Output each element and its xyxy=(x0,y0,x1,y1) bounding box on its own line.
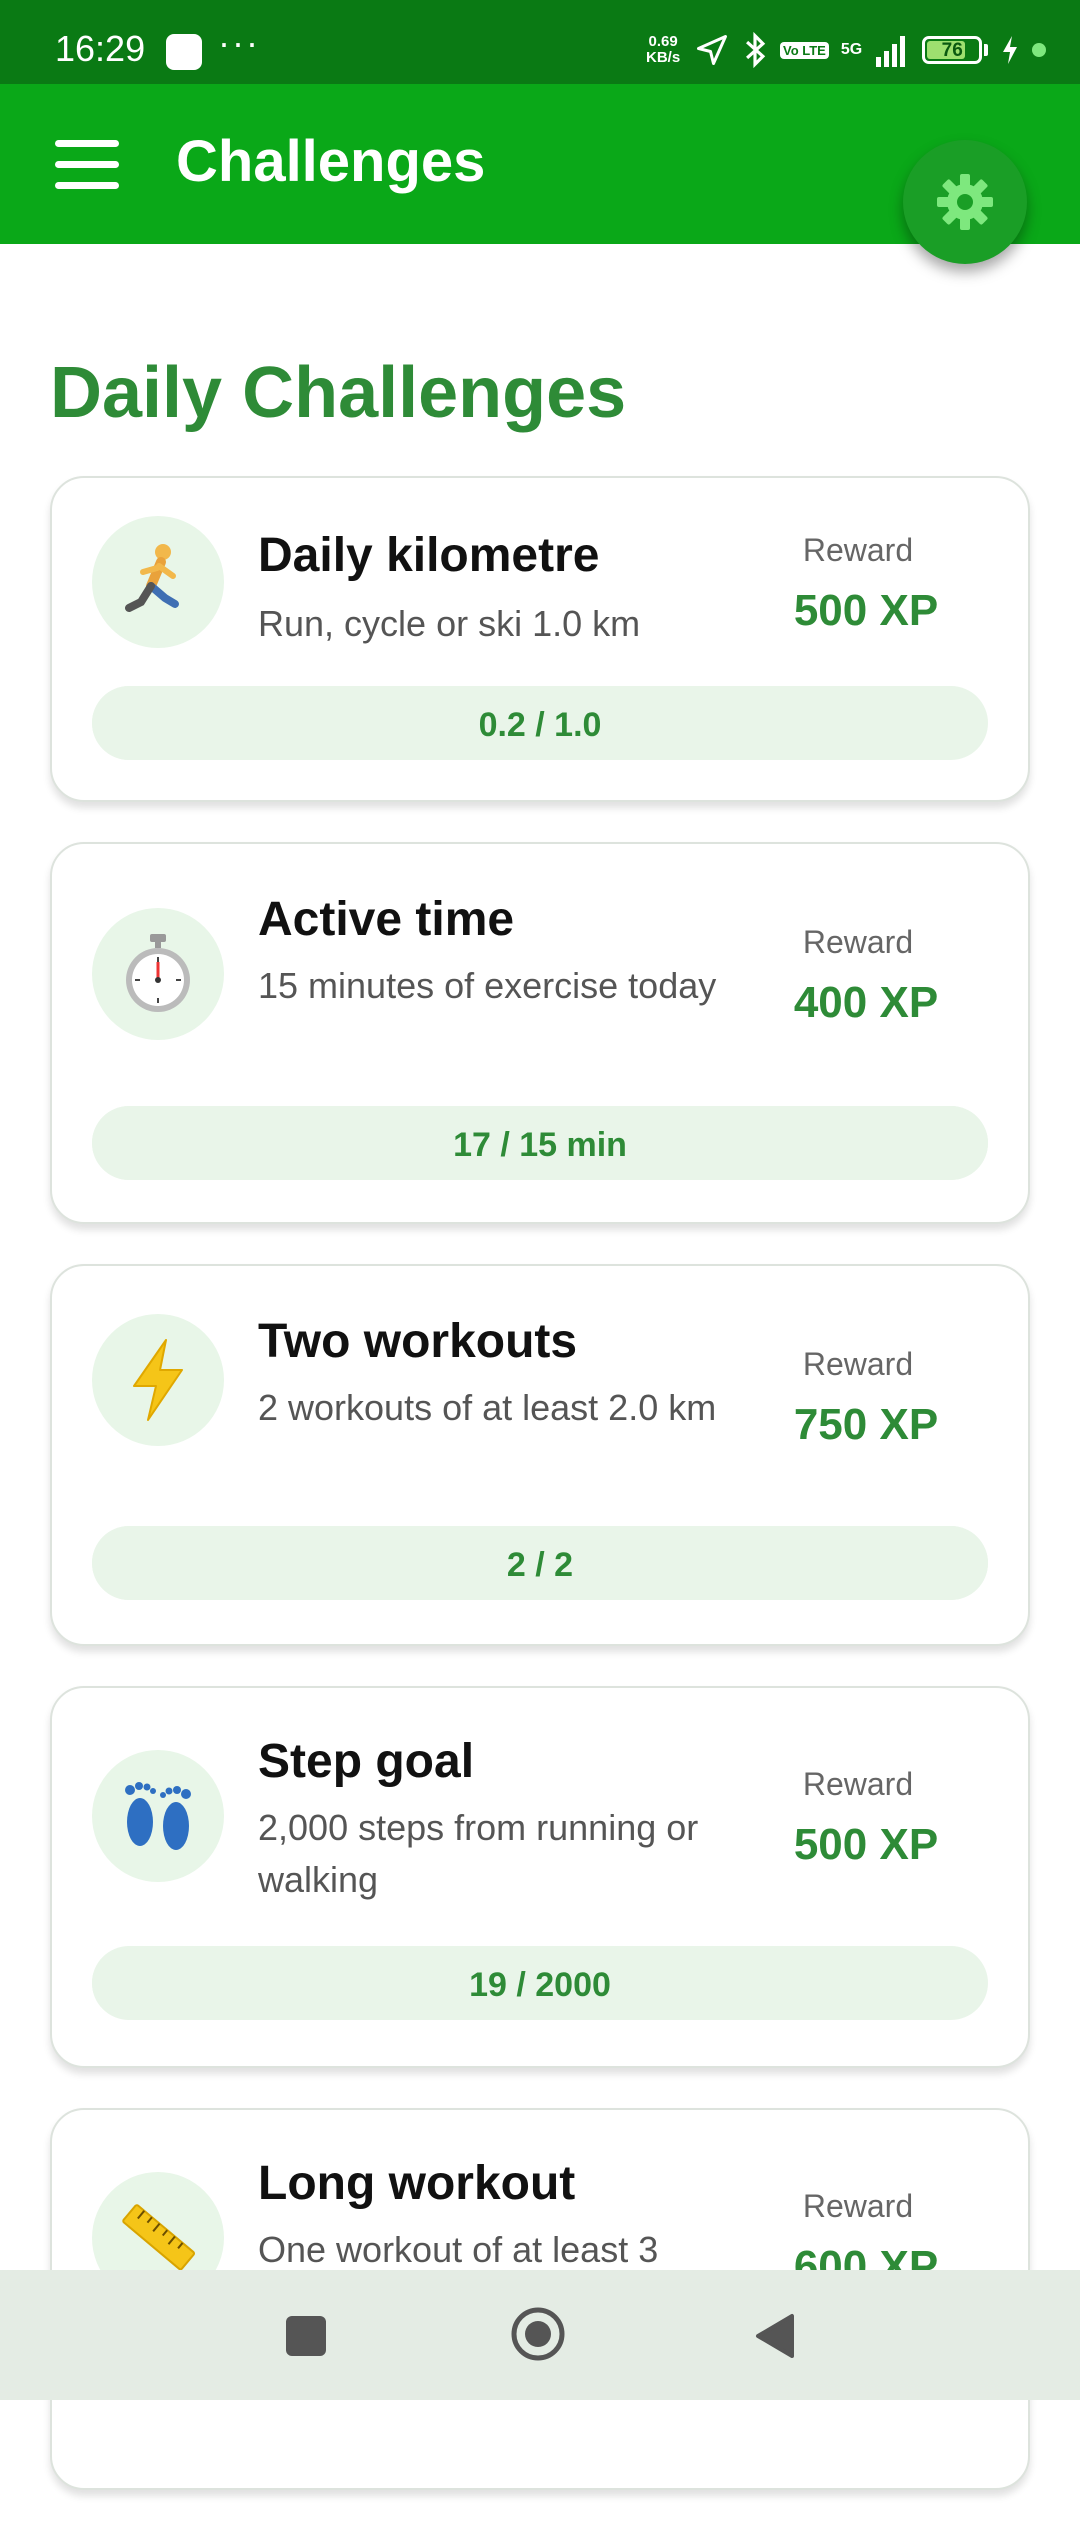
stopwatch-icon xyxy=(126,934,190,1012)
reward-value: 750 XP xyxy=(793,1400,939,1449)
reward-value: 400 XP xyxy=(793,978,939,1027)
progress-text: 2 / 2 xyxy=(506,1546,574,1584)
reward-label: Reward xyxy=(802,2188,914,2224)
bluetooth-icon xyxy=(746,31,766,69)
reward-value: 500 XP xyxy=(793,586,939,635)
challenge-title: Daily kilometre xyxy=(258,529,600,582)
challenge-icon-bg xyxy=(92,1314,224,1446)
hamburger-menu-icon[interactable] xyxy=(55,140,119,190)
progress-bar: 2 / 2 xyxy=(92,1526,988,1600)
network-speed: 0.69 KB/s xyxy=(646,34,680,66)
runner-icon xyxy=(125,544,179,612)
challenge-list: Daily kilometre Run, cycle or ski 1.0 km… xyxy=(50,476,1030,2530)
challenge-title: Active time xyxy=(258,893,515,946)
challenge-description: 15 minutes of exercise today xyxy=(258,965,717,1006)
location-arrow-icon xyxy=(697,35,727,65)
progress-text: 0.2 / 1.0 xyxy=(478,706,602,744)
challenge-icon-bg xyxy=(92,516,224,648)
challenge-title: Step goal xyxy=(258,1735,475,1788)
volte-icon: Vo LTE xyxy=(780,41,829,59)
menu-line-icon xyxy=(55,161,119,168)
ruler-icon xyxy=(122,2204,196,2271)
more-notifications-icon: ··· xyxy=(218,22,260,63)
system-nav-bar xyxy=(0,2270,1080,2400)
menu-line-icon xyxy=(55,140,119,147)
challenge-icon-bg xyxy=(92,908,224,1040)
progress-bar: 19 / 2000 xyxy=(92,1946,988,2020)
challenge-description: 2,000 steps from running or walking xyxy=(258,1807,699,1900)
reward-label: Reward xyxy=(802,1766,914,1802)
challenge-title: Two workouts xyxy=(258,1315,578,1368)
app-notification-icon xyxy=(166,34,202,70)
gear-icon xyxy=(937,174,993,230)
battery-tip xyxy=(984,44,989,56)
network-speed-value: 0.69 xyxy=(648,33,678,50)
recents-square-icon[interactable] xyxy=(286,2316,326,2356)
challenge-icon-bg xyxy=(92,1750,224,1882)
menu-line-icon xyxy=(55,182,119,189)
challenge-card[interactable]: Step goal 2,000 steps from running or wa… xyxy=(50,1686,1030,2068)
battery-icon: 76 xyxy=(922,36,983,64)
challenge-description: 2 workouts of at least 2.0 km xyxy=(258,1387,717,1428)
charging-bolt-icon xyxy=(1003,36,1018,64)
home-circle-icon[interactable] xyxy=(510,2306,566,2362)
progress-bar: 0.2 / 1.0 xyxy=(92,686,988,760)
challenge-card[interactable]: Daily kilometre Run, cycle or ski 1.0 km… xyxy=(50,476,1030,802)
reward-label: Reward xyxy=(802,1346,914,1382)
footprints-icon xyxy=(125,1782,191,1850)
progress-bar: 17 / 15 min xyxy=(92,1106,988,1180)
challenge-card[interactable]: Two workouts 2 workouts of at least 2.0 … xyxy=(50,1264,1030,1646)
battery-percent: 76 xyxy=(941,40,963,61)
status-icons: Vo LTE 5G 76 xyxy=(694,30,1047,70)
reward-label: Reward xyxy=(802,532,914,568)
challenge-description: One workout of at least 3 xyxy=(258,2229,659,2270)
reward-value: 500 XP xyxy=(793,1820,939,1869)
challenge-title: Long workout xyxy=(258,2157,576,2210)
section-title: Daily Challenges xyxy=(50,353,627,433)
page-title: Challenges xyxy=(176,129,486,194)
settings-button[interactable] xyxy=(903,140,1027,264)
back-triangle-icon[interactable] xyxy=(752,2312,796,2360)
notification-dot-icon xyxy=(1032,43,1047,57)
progress-text: 19 / 2000 xyxy=(469,1966,611,2004)
network-type-5g: 5G xyxy=(840,41,863,58)
status-bar: 16:29 ··· 0.69 KB/s Vo LTE 5G 76 xyxy=(0,0,1080,84)
network-speed-unit: KB/s xyxy=(646,49,681,66)
status-time: 16:29 xyxy=(55,28,146,69)
progress-text: 17 / 15 min xyxy=(453,1126,627,1164)
reward-label: Reward xyxy=(802,924,914,960)
challenge-description: Run, cycle or ski 1.0 km xyxy=(258,603,641,644)
lightning-icon xyxy=(133,1339,183,1421)
challenge-card[interactable]: Active time 15 minutes of exercise today… xyxy=(50,842,1030,1224)
signal-icon xyxy=(876,36,906,67)
